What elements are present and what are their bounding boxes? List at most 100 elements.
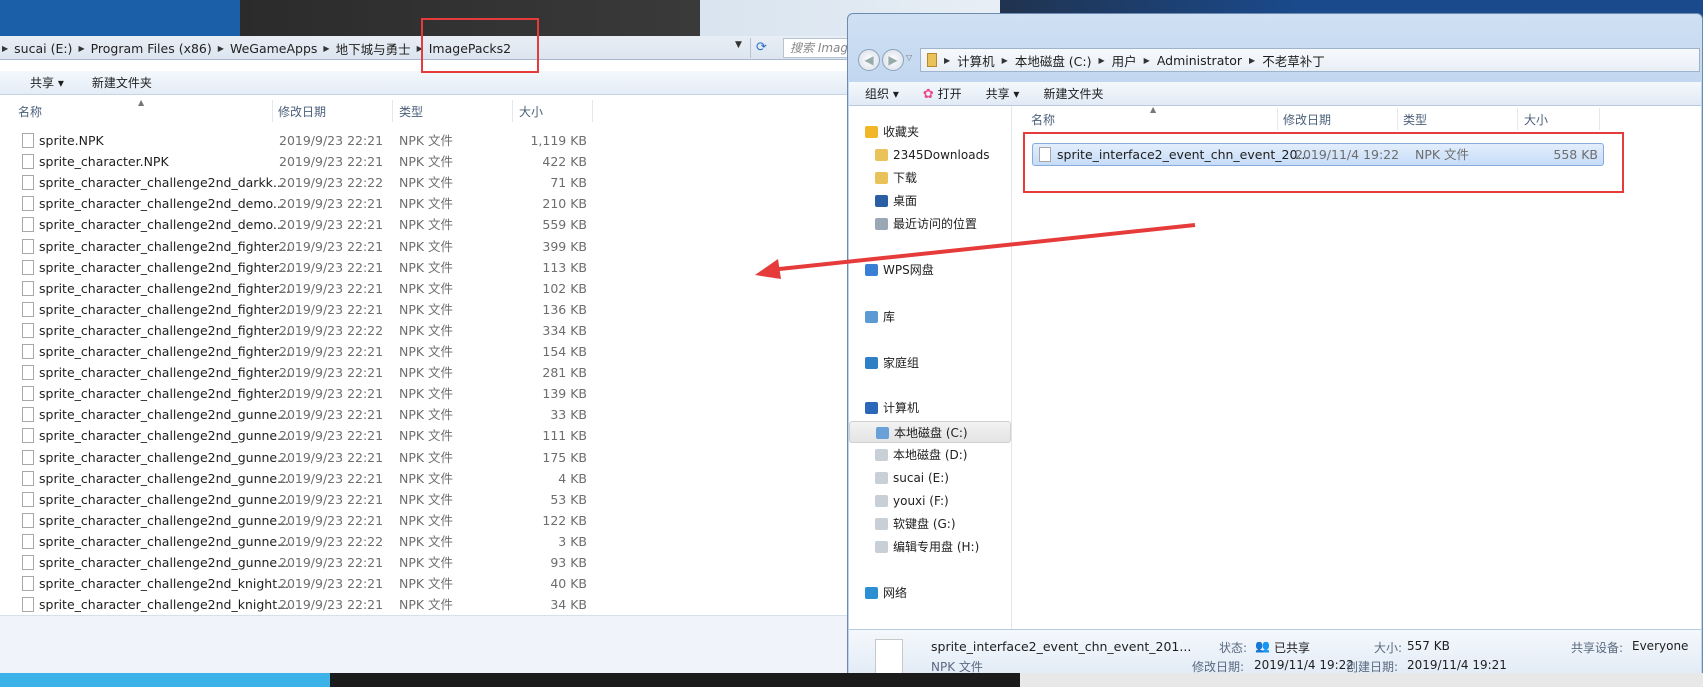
address-dropdown-icon[interactable]: ▼: [735, 40, 742, 50]
file-row[interactable]: sprite_character_challenge2nd_fighter...…: [0, 341, 600, 362]
breadcrumb-item[interactable]: Administrator: [1157, 53, 1242, 68]
file-type: NPK 文件: [399, 217, 454, 233]
column-divider[interactable]: [1397, 108, 1398, 130]
file-date: 2019/9/23 22:21: [279, 428, 384, 444]
breadcrumb-item[interactable]: 计算机: [957, 51, 995, 70]
navigation-pane: 收藏夹 2345Downloads 下载 桌面 最近访问的位置 WPS网盘库家庭组 计算机本…: [849, 106, 1012, 629]
nav-item[interactable]: 桌面: [849, 190, 1011, 212]
file-name: sprite_character.NPK: [39, 154, 169, 170]
forward-button[interactable]: ▶: [882, 49, 904, 71]
column-size[interactable]: 大小: [519, 103, 543, 120]
breadcrumb-item[interactable]: 用户: [1112, 51, 1137, 70]
file-row[interactable]: sprite_character_challenge2nd_gunne... 20…: [0, 404, 600, 425]
column-date[interactable]: 修改日期: [1283, 111, 1331, 128]
breadcrumb-separator-icon[interactable]: ▶: [2, 44, 8, 53]
file-date: 2019/9/23 22:21: [279, 301, 384, 317]
column-type[interactable]: 类型: [399, 103, 423, 120]
breadcrumb-item[interactable]: 不老草补丁: [1262, 51, 1325, 70]
breadcrumb-item[interactable]: 本地磁盘 (C:): [1015, 51, 1092, 70]
column-divider[interactable]: [1517, 108, 1518, 130]
breadcrumb-item[interactable]: 地下城与勇士: [336, 39, 411, 58]
column-divider[interactable]: [592, 100, 593, 122]
column-divider[interactable]: [512, 100, 513, 122]
breadcrumb-separator-icon[interactable]: ▶: [323, 44, 329, 53]
file-row[interactable]: sprite_character_challenge2nd_fighter...…: [0, 257, 600, 278]
nav-item[interactable]: 计算机: [849, 397, 1011, 419]
nav-item[interactable]: 软键盘 (G:): [849, 513, 1011, 535]
breadcrumb-item[interactable]: sucai (E:): [14, 41, 72, 56]
nav-item[interactable]: 家庭组: [849, 352, 1011, 374]
nav-label: 下载: [893, 171, 918, 185]
nav-item[interactable]: 本地磁盘 (C:): [849, 421, 1011, 443]
nav-item[interactable]: WPS网盘: [849, 259, 1011, 281]
file-row[interactable]: sprite_character.NPK 2019/9/23 22:21 NPK 文…: [0, 151, 600, 172]
drive-icon: [875, 449, 888, 461]
file-row[interactable]: sprite_character_challenge2nd_knight... 2…: [0, 573, 600, 594]
recent-pages-icon[interactable]: ▽: [906, 53, 912, 62]
column-date[interactable]: 修改日期: [278, 103, 326, 120]
file-row[interactable]: sprite_character_challenge2nd_gunne... 20…: [0, 468, 600, 489]
share-button[interactable]: 共享 ▾: [30, 74, 64, 91]
file-icon: [22, 576, 34, 592]
file-icon: [22, 259, 34, 275]
file-row[interactable]: sprite_character_challenge2nd_fighter...…: [0, 236, 600, 257]
refresh-icon[interactable]: ⟳: [750, 38, 772, 58]
open-button[interactable]: ✿ 打开: [923, 85, 962, 102]
folder-icon: [927, 53, 937, 67]
back-button[interactable]: ◀: [858, 49, 880, 71]
column-name[interactable]: 名称: [1031, 111, 1055, 128]
nav-item[interactable]: 最近访问的位置: [849, 213, 1011, 235]
file-row[interactable]: sprite_character_challenge2nd_fighter...…: [0, 278, 600, 299]
column-divider[interactable]: [392, 100, 393, 122]
file-row[interactable]: sprite_character_challenge2nd_gunne... 20…: [0, 552, 600, 573]
column-divider[interactable]: [1599, 108, 1600, 130]
state-value: 已共享: [1274, 641, 1311, 655]
file-row[interactable]: sprite_character_challenge2nd_gunne... 20…: [0, 447, 600, 468]
file-row[interactable]: sprite.NPK 2019/9/23 22:21 NPK 文件 1,119 KB: [0, 130, 600, 151]
new-folder-button[interactable]: 新建文件夹: [1043, 85, 1103, 102]
nav-item[interactable]: 库: [849, 306, 1011, 328]
share-button[interactable]: 共享 ▾: [986, 85, 1020, 102]
file-icon: [22, 512, 34, 528]
nav-item[interactable]: youxi (F:): [849, 490, 1011, 512]
file-icon: [22, 175, 34, 191]
file-row[interactable]: sprite_character_challenge2nd_gunne... 20…: [0, 510, 600, 531]
file-row[interactable]: sprite_character_challenge2nd_gunne... 20…: [0, 489, 600, 510]
file-row[interactable]: sprite_character_challenge2nd_fighter...…: [0, 362, 600, 383]
file-row[interactable]: sprite_character_challenge2nd_demo... 201…: [0, 214, 600, 235]
nav-item[interactable]: 网络: [849, 582, 1011, 604]
column-name[interactable]: 名称: [18, 103, 42, 120]
nav-item[interactable]: 下载: [849, 167, 1011, 189]
file-row[interactable]: sprite_character_challenge2nd_darkk... 20…: [0, 172, 600, 193]
nav-item[interactable]: 收藏夹: [849, 121, 1011, 143]
column-divider[interactable]: [272, 100, 273, 122]
breadcrumb-separator-icon[interactable]: ▶: [78, 44, 84, 53]
file-row[interactable]: sprite_character_challenge2nd_fighter...…: [0, 299, 600, 320]
file-row[interactable]: sprite_character_challenge2nd_fighter...…: [0, 320, 600, 341]
breadcrumb-separator-icon[interactable]: ▶: [1249, 56, 1255, 65]
nav-item[interactable]: 2345Downloads: [849, 144, 1011, 166]
file-row[interactable]: sprite_character_challenge2nd_gunne... 20…: [0, 531, 600, 552]
file-row[interactable]: sprite_character_challenge2nd_fighter...…: [0, 383, 600, 404]
file-row[interactable]: sprite_character_challenge2nd_demo... 201…: [0, 193, 600, 214]
file-row[interactable]: sprite_character_challenge2nd_gunne... 20…: [0, 425, 600, 446]
nav-item[interactable]: 编辑专用盘 (H:): [849, 536, 1011, 558]
file-row[interactable]: sprite_character_challenge2nd_knight... 2…: [0, 594, 600, 615]
column-size[interactable]: 大小: [1524, 111, 1548, 128]
breadcrumb-separator-icon[interactable]: ▶: [944, 56, 950, 65]
file-type: NPK 文件: [399, 449, 454, 465]
column-divider[interactable]: [1277, 108, 1278, 130]
address-bar[interactable]: ▶ 计算机 ▶ 本地磁盘 (C:) ▶ 用户 ▶ Administrator ▶ 不老草补丁: [920, 48, 1700, 72]
nav-item[interactable]: 本地磁盘 (D:): [849, 444, 1011, 466]
breadcrumb-separator-icon[interactable]: ▶: [218, 44, 224, 53]
nav-item[interactable]: sucai (E:): [849, 467, 1011, 489]
breadcrumb-item[interactable]: WeGameApps: [230, 41, 317, 56]
new-folder-button[interactable]: 新建文件夹: [92, 74, 152, 91]
column-type[interactable]: 类型: [1403, 111, 1427, 128]
breadcrumb-separator-icon[interactable]: ▶: [1002, 56, 1008, 65]
organize-button[interactable]: 组织 ▾: [865, 85, 899, 102]
file-size: 71 KB: [550, 175, 587, 191]
breadcrumb-item[interactable]: Program Files (x86): [91, 41, 212, 56]
breadcrumb-separator-icon[interactable]: ▶: [1099, 56, 1105, 65]
breadcrumb-separator-icon[interactable]: ▶: [1144, 56, 1150, 65]
